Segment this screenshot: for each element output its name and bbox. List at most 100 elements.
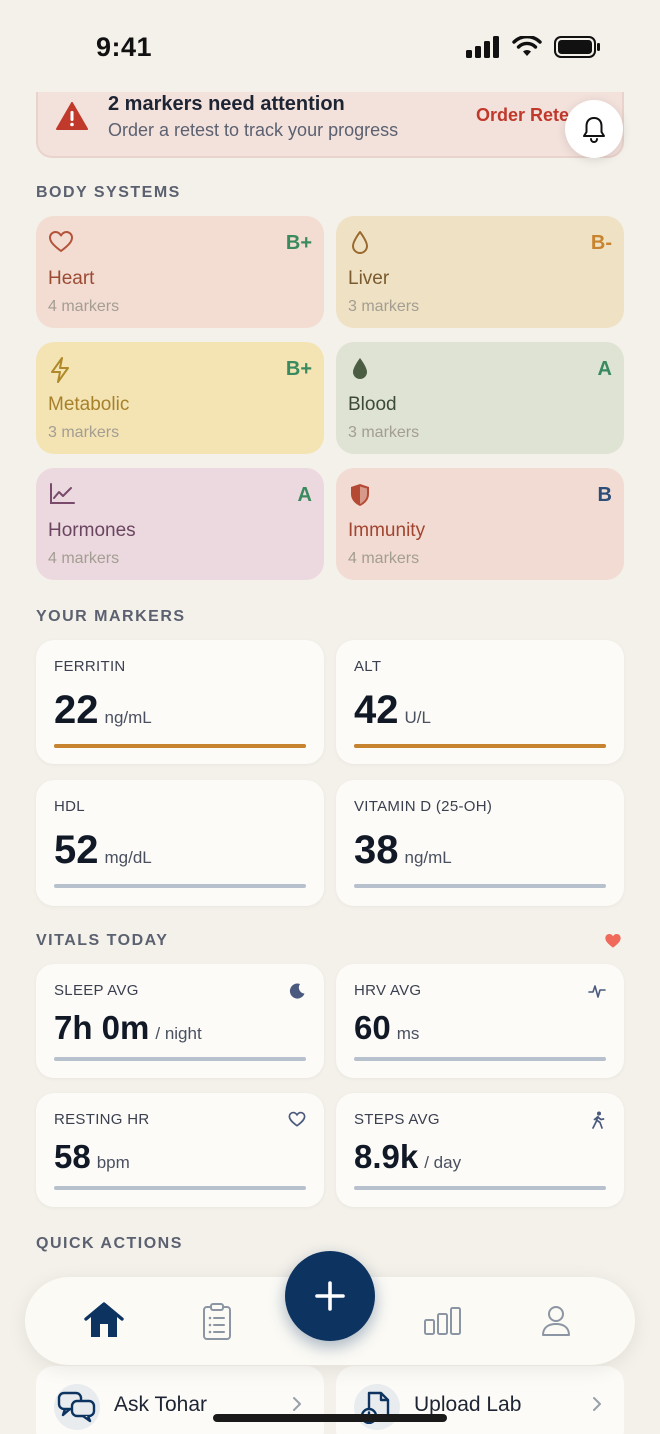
system-marker-count: 3 markers — [348, 424, 420, 441]
vital-label: HRV AVG — [354, 982, 422, 999]
order-retest-link[interactable]: Order Rete — [476, 105, 569, 126]
vital-label: RESTING HR — [54, 1111, 150, 1128]
system-marker-count: 3 markers — [48, 424, 120, 441]
marker-value: 22 ng/mL — [54, 688, 152, 732]
vital-value: 58 bpm — [54, 1138, 130, 1175]
system-marker-count: 3 markers — [348, 298, 420, 315]
section-title-quick-actions: QUICK ACTIONS — [36, 1235, 183, 1252]
system-grade: A — [597, 358, 612, 380]
system-card-hormones[interactable]: A Hormones 4 markers — [36, 468, 324, 580]
marker-card-hdl[interactable]: HDL 52 mg/dL — [36, 780, 324, 906]
vital-label: SLEEP AVG — [54, 982, 139, 999]
vital-label: STEPS AVG — [354, 1111, 440, 1128]
chevron-right-icon — [293, 1397, 301, 1411]
marker-label: ALT — [354, 658, 382, 675]
status-bar: 9:41 — [0, 0, 660, 92]
vital-value: 60 ms — [354, 1009, 420, 1046]
marker-status-bar — [54, 744, 306, 748]
system-card-metabolic[interactable]: B+ Metabolic 3 markers — [36, 342, 324, 454]
bar-chart-icon[interactable] — [423, 1306, 463, 1336]
marker-label: FERRITIN — [54, 658, 126, 675]
vital-card-hrv[interactable]: HRV AVG 60 ms — [336, 964, 624, 1078]
vital-card-resting-hr[interactable]: RESTING HR 58 bpm — [36, 1093, 324, 1207]
cellular-signal-icon — [466, 36, 499, 58]
vital-bar — [354, 1186, 606, 1190]
quick-action-label: Ask Tohar — [114, 1393, 207, 1416]
vital-value: 8.9k / day — [354, 1138, 462, 1175]
marker-card-vitamin-d[interactable]: VITAMIN D (25-OH) 38 ng/mL — [336, 780, 624, 906]
system-card-immunity[interactable]: B Immunity 4 markers — [336, 468, 624, 580]
warning-icon — [56, 102, 88, 130]
marker-value: 52 mg/dL — [54, 828, 152, 872]
marker-value: 38 ng/mL — [354, 828, 452, 872]
quick-action-ask-tohar[interactable]: Ask Tohar — [36, 1366, 324, 1434]
marker-card-ferritin[interactable]: FERRITIN 22 ng/mL — [36, 640, 324, 764]
system-grade: A — [297, 484, 312, 506]
vital-bar — [54, 1057, 306, 1061]
chevron-right-icon — [593, 1397, 601, 1411]
vital-unit: bpm — [96, 1153, 130, 1172]
system-grade: B+ — [285, 232, 312, 254]
marker-unit: ng/mL — [104, 708, 152, 727]
system-name: Metabolic — [48, 394, 130, 415]
profile-icon[interactable] — [541, 1305, 571, 1337]
add-button[interactable] — [285, 1251, 375, 1341]
clipboard-icon[interactable] — [201, 1301, 233, 1341]
vital-value: 7h 0m / night — [54, 1009, 202, 1046]
marker-value: 42 U/L — [354, 688, 431, 732]
vital-unit: / day — [424, 1153, 462, 1172]
system-name: Blood — [348, 394, 397, 415]
lightning-icon — [51, 357, 69, 383]
section-title-body-systems: BODY SYSTEMS — [36, 184, 181, 201]
attention-banner[interactable]: 2 markers need attention Order a retest … — [36, 92, 624, 158]
system-card-heart[interactable]: B+ Heart 4 markers — [36, 216, 324, 328]
marker-status-bar — [354, 744, 606, 748]
system-name: Hormones — [48, 520, 136, 541]
quick-action-icon-wrap — [354, 1384, 400, 1430]
section-title-your-markers: YOUR MARKERS — [36, 608, 186, 625]
system-grade: B — [597, 484, 612, 506]
vital-card-steps[interactable]: STEPS AVG 8.9k / day — [336, 1093, 624, 1207]
marker-status-bar — [54, 884, 306, 888]
home-icon[interactable] — [83, 1301, 125, 1341]
heart-outline-icon — [288, 1111, 306, 1127]
system-name: Liver — [348, 268, 390, 289]
marker-status-bar — [354, 884, 606, 888]
marker-label: HDL — [54, 798, 85, 815]
quick-action-upload-lab[interactable]: Upload Lab — [336, 1366, 624, 1434]
plus-icon — [315, 1281, 345, 1311]
moon-icon — [289, 983, 305, 999]
system-card-blood[interactable]: A Blood 3 markers — [336, 342, 624, 454]
heart-filled-icon — [605, 934, 621, 948]
marker-unit: U/L — [404, 708, 431, 727]
wifi-icon — [512, 36, 542, 56]
bell-icon — [583, 117, 605, 143]
home-indicator — [213, 1414, 447, 1422]
walking-icon — [592, 1111, 605, 1129]
system-marker-count: 4 markers — [48, 298, 120, 315]
vital-bar — [354, 1057, 606, 1061]
drop-filled-icon — [353, 358, 367, 379]
status-time: 9:41 — [96, 32, 153, 62]
vital-bar — [54, 1186, 306, 1190]
shield-icon — [351, 484, 369, 506]
drop-outline-icon — [352, 231, 368, 254]
quick-action-icon-wrap — [54, 1384, 100, 1430]
system-marker-count: 4 markers — [348, 550, 420, 567]
marker-card-alt[interactable]: ALT 42 U/L — [336, 640, 624, 764]
system-grade: B+ — [285, 358, 312, 380]
alert-title: 2 markers need attention — [108, 93, 345, 115]
battery-icon — [554, 36, 600, 58]
vital-card-sleep[interactable]: SLEEP AVG 7h 0m / night — [36, 964, 324, 1078]
marker-unit: ng/mL — [404, 848, 452, 867]
status-icons — [466, 36, 600, 58]
system-name: Heart — [48, 268, 95, 289]
system-marker-count: 4 markers — [48, 550, 120, 567]
notifications-button[interactable] — [565, 100, 623, 158]
system-card-liver[interactable]: B- Liver 3 markers — [336, 216, 624, 328]
system-grade: B- — [590, 232, 612, 254]
section-title-vitals-today: VITALS TODAY — [36, 932, 169, 949]
heart-outline-icon — [49, 231, 73, 252]
marker-label: VITAMIN D (25-OH) — [354, 798, 493, 815]
system-name: Immunity — [348, 520, 426, 541]
